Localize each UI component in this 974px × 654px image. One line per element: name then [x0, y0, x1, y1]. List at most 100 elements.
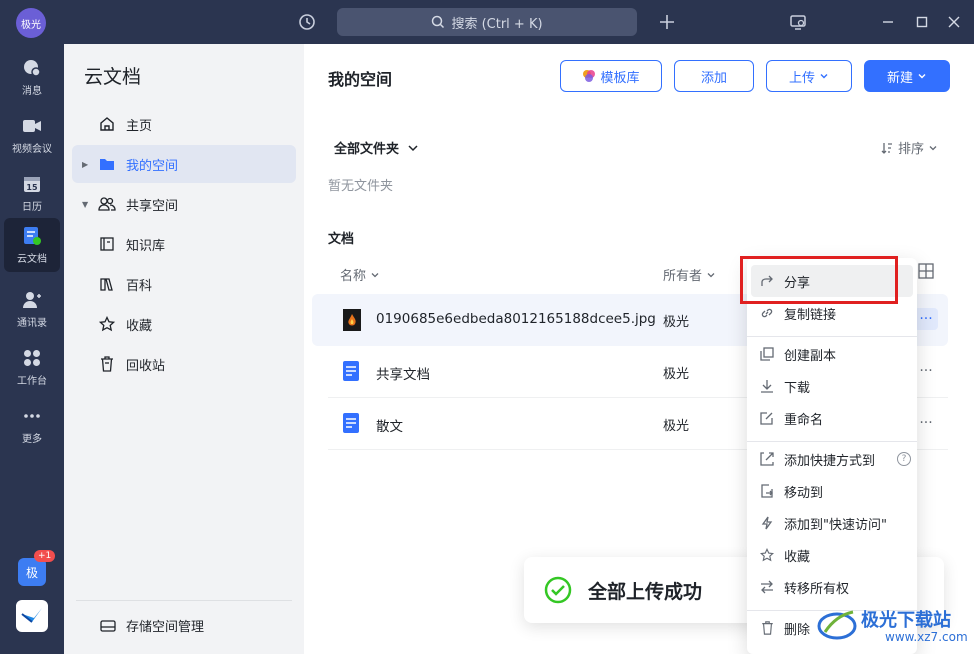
menu-item-add-shortcut[interactable]: 添加快捷方式到 ? [751, 443, 913, 475]
watermark-logo-icon [817, 610, 857, 640]
menu-item-favorite[interactable]: 收藏 [751, 539, 913, 571]
context-menu: 分享 复制链接 创建副本 下载 重命名 添加快捷方式到 ? 移动到 添加到"快速… [747, 258, 917, 654]
rail-item-more[interactable]: 更多 [4, 398, 60, 452]
grid-view-icon[interactable] [918, 263, 936, 281]
template-library-button[interactable]: 模板库 [560, 60, 662, 92]
rail-item-video[interactable]: 视频会议 [4, 108, 60, 162]
sidebar-item-wiki[interactable]: 百科 [72, 265, 296, 303]
storage-management-link[interactable]: 存储空间管理 [100, 616, 204, 635]
rail-item-cloud-docs[interactable]: 云文档 [4, 218, 60, 272]
more-options-icon[interactable]: ··· [914, 360, 938, 382]
sidebar-title: 云文档 [84, 66, 142, 88]
help-icon[interactable]: ? [897, 452, 911, 466]
menu-item-transfer-ownership[interactable]: 转移所有权 [751, 571, 913, 603]
workbench-icon [22, 348, 42, 368]
search-placeholder: 搜索 (Ctrl + K) [451, 16, 543, 32]
rail-item-contacts[interactable]: 通讯录 [4, 282, 60, 336]
menu-item-label: 转移所有权 [784, 581, 850, 597]
close-icon[interactable] [942, 10, 966, 34]
menu-item-label: 添加到"快速访问" [784, 517, 887, 533]
sort-dropdown[interactable]: 排序 [880, 138, 938, 157]
sort-label: 排序 [898, 142, 925, 157]
doc-icon [342, 360, 362, 384]
menu-item-move-to[interactable]: 移动到 [751, 475, 913, 507]
sidebar-item-favorites[interactable]: 收藏 [72, 305, 296, 343]
search-input[interactable]: 搜索 (Ctrl + K) [337, 8, 637, 36]
calendar-icon: 15 [22, 174, 42, 194]
maximize-icon[interactable] [910, 10, 934, 34]
folder-header-label: 全部文件夹 [334, 142, 400, 157]
history-icon[interactable] [295, 10, 319, 34]
add-button[interactable]: 添加 [674, 60, 754, 92]
sidebar-item-label: 知识库 [126, 238, 166, 254]
menu-separator [747, 441, 917, 442]
expand-arrow-icon[interactable]: ▶ [82, 160, 88, 169]
all-folders-dropdown[interactable]: 全部文件夹 [334, 138, 419, 157]
wiki-icon [98, 275, 116, 293]
sidebar-item-label: 收藏 [126, 318, 153, 334]
shared-users-icon [98, 195, 116, 213]
menu-item-label: 删除 [784, 622, 811, 638]
sort-icon [881, 142, 892, 154]
user-avatar[interactable]: 极光 [16, 8, 46, 38]
add-tab-icon[interactable] [655, 10, 679, 34]
sidebar-item-trash[interactable]: 回收站 [72, 345, 296, 383]
sidebar-item-shared-space[interactable]: ▼ 共享空间 [72, 185, 296, 223]
chevron-down-icon [820, 74, 828, 79]
rail-label: 云文档 [17, 253, 47, 265]
new-button[interactable]: 新建 [864, 60, 950, 92]
home-icon [98, 115, 116, 133]
sidebar-item-knowledge-base[interactable]: 知识库 [72, 225, 296, 263]
menu-item-rename[interactable]: 重命名 [751, 402, 913, 434]
menu-item-download[interactable]: 下载 [751, 370, 913, 402]
sidebar-item-home[interactable]: 主页 [72, 105, 296, 143]
copy-icon [759, 346, 775, 362]
trash-icon [98, 355, 116, 373]
knowledge-base-icon [98, 235, 116, 253]
trash-icon [759, 620, 775, 636]
bolt-icon [759, 515, 775, 531]
rename-icon [759, 410, 775, 426]
sidebar-item-label: 共享空间 [126, 198, 179, 214]
app-logo-icon[interactable] [14, 598, 50, 634]
doc-icon [342, 412, 362, 436]
more-options-icon[interactable]: ··· [914, 412, 938, 434]
contacts-icon [22, 290, 42, 310]
rail-label: 日历 [22, 201, 42, 213]
notification-settings-icon[interactable] [786, 10, 810, 34]
success-check-icon [544, 576, 572, 604]
column-header-name[interactable]: 名称 [340, 265, 380, 284]
cloud-doc-icon [22, 226, 42, 246]
rail-label: 更多 [22, 433, 42, 445]
chevron-down-icon [929, 145, 937, 150]
rail-item-calendar[interactable]: 15 日历 [4, 166, 60, 220]
more-icon [22, 406, 42, 426]
watermark: 极光下载站 www.xz7.com [815, 600, 970, 650]
sidebar-item-label: 主页 [126, 118, 153, 134]
upload-button[interactable]: 上传 [766, 60, 852, 92]
menu-item-label: 收藏 [784, 549, 811, 565]
sidebar-divider [76, 600, 292, 601]
sidebar-item-label: 百科 [126, 278, 153, 294]
empty-folder-text: 暂无文件夹 [328, 179, 394, 194]
menu-item-create-copy[interactable]: 创建副本 [751, 338, 913, 370]
rail-label: 通讯录 [17, 317, 47, 329]
sidebar-item-my-space[interactable]: ▶ 我的空间 [72, 145, 296, 183]
svg-text:15: 15 [26, 183, 38, 192]
new-button-label: 新建 [886, 70, 913, 86]
rail-item-messages[interactable]: 消息 [4, 50, 60, 104]
more-options-icon[interactable]: ··· [914, 308, 938, 330]
chevron-down-icon [408, 144, 418, 151]
file-name: 共享文档 [376, 367, 430, 383]
docs-section-title: 文档 [328, 232, 355, 247]
expand-arrow-icon[interactable]: ▼ [82, 200, 88, 209]
menu-item-quick-access[interactable]: 添加到"快速访问" [751, 507, 913, 539]
org-avatar[interactable]: 极 [18, 558, 46, 586]
column-header-owner[interactable]: 所有者 [663, 265, 716, 284]
minimize-icon[interactable] [876, 10, 900, 34]
toast-message: 全部上传成功 [588, 580, 703, 603]
rail-item-workbench[interactable]: 工作台 [4, 340, 60, 394]
message-icon [22, 58, 42, 78]
star-icon [98, 315, 116, 333]
column-owner-label: 所有者 [663, 269, 703, 284]
